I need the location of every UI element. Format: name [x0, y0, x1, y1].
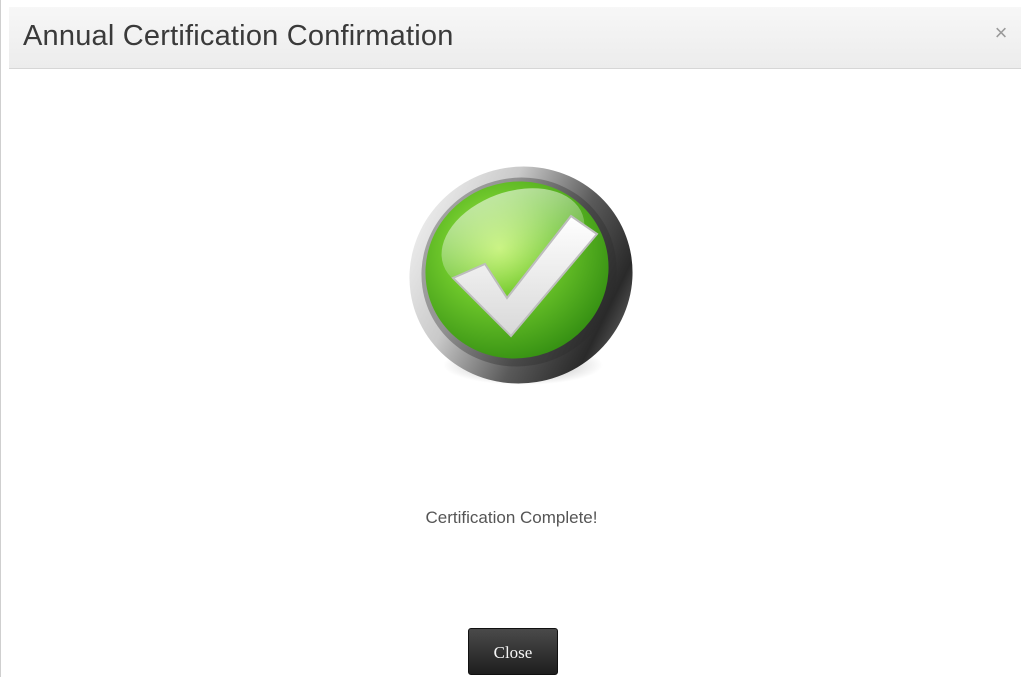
checkmark-success-icon	[401, 160, 641, 400]
dialog-title: Annual Certification Confirmation	[23, 20, 454, 52]
close-button[interactable]: Close	[468, 628, 558, 675]
dialog-header: Annual Certification Confirmation ×	[9, 7, 1021, 69]
status-message: Certification Complete!	[425, 508, 598, 527]
confirmation-dialog: Annual Certification Confirmation × Cert…	[0, 0, 1021, 677]
close-icon[interactable]: ×	[990, 20, 1012, 46]
